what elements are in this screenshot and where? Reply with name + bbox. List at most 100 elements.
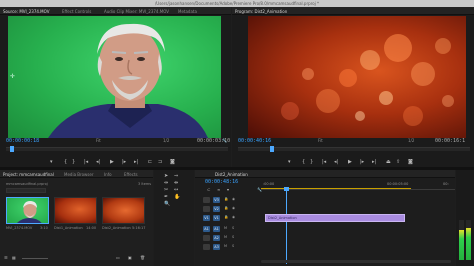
- solo-icon[interactable]: S: [232, 226, 234, 230]
- track-select-tool-icon[interactable]: ⇒: [174, 173, 178, 180]
- timeline-playhead-handle[interactable]: [284, 187, 289, 191]
- slip-tool-icon[interactable]: ↔: [174, 187, 178, 194]
- play-icon[interactable]: ▶: [110, 159, 114, 165]
- tab-effects[interactable]: Effects: [124, 172, 138, 177]
- program-timecode-in[interactable]: 00:00:40:16: [238, 138, 271, 144]
- mute-icon[interactable]: M: [224, 244, 227, 248]
- program-fit-select[interactable]: Fit: [318, 138, 323, 143]
- source-patch[interactable]: [203, 244, 210, 250]
- tab-project[interactable]: Project: mmcamsaudfinal: [3, 172, 54, 177]
- program-step-forward-icon[interactable]: |▸: [360, 159, 364, 165]
- program-mark-in-icon[interactable]: {: [302, 159, 305, 165]
- razor-tool-icon[interactable]: ✂: [164, 187, 168, 194]
- zoom-tool-icon[interactable]: 🔍: [164, 201, 170, 208]
- zoom-slider[interactable]: [22, 258, 48, 259]
- program-go-to-out-icon[interactable]: ▸|: [372, 159, 376, 165]
- program-marker-icon[interactable]: ▾: [288, 159, 291, 165]
- tab-audio-clip-mixer[interactable]: Audio Clip Mixer: MVI_2374.MOV: [104, 9, 169, 14]
- program-scrub-bar[interactable]: [238, 146, 470, 152]
- mute-icon[interactable]: M: [224, 235, 227, 239]
- source-timecode-in[interactable]: 00:00:00:18: [6, 138, 39, 144]
- timeline-clip[interactable]: Dist2_Animation: [265, 214, 405, 222]
- source-patch-a1[interactable]: A1: [203, 226, 210, 232]
- linked-selection-icon[interactable]: ∞: [217, 187, 220, 192]
- program-ratio-select[interactable]: 1/2: [408, 138, 414, 143]
- extract-icon[interactable]: ⇪: [396, 159, 400, 165]
- tab-timeline[interactable]: Dist2_Animation: [215, 172, 248, 177]
- track-target-v1[interactable]: V1: [213, 215, 220, 221]
- timeline-timecode[interactable]: 00:00:48:16: [205, 179, 238, 185]
- track-target-a1[interactable]: A1: [213, 226, 220, 232]
- insert-icon[interactable]: ⊏: [148, 159, 152, 165]
- project-item-duration: 5:16:17: [132, 226, 146, 230]
- solo-icon[interactable]: S: [232, 235, 234, 239]
- source-fit-select[interactable]: Fit: [96, 138, 101, 143]
- mark-in-icon[interactable]: {: [64, 159, 67, 165]
- track-target-v2[interactable]: V2: [213, 206, 220, 212]
- program-mark-out-icon[interactable]: }: [310, 159, 313, 165]
- source-patch[interactable]: [203, 206, 210, 212]
- lift-icon[interactable]: ⏏: [386, 159, 391, 165]
- tab-info[interactable]: Info: [104, 172, 112, 177]
- program-play-icon[interactable]: ▶: [348, 159, 352, 165]
- program-video-frame[interactable]: [248, 16, 466, 138]
- timeline-ruler[interactable]: :00:00 00:00:05:00 00:: [261, 181, 455, 190]
- project-item-thumb[interactable]: [6, 197, 49, 224]
- program-go-to-in-icon[interactable]: |◂: [322, 159, 326, 165]
- project-item-thumb[interactable]: [54, 197, 97, 224]
- marker-icon[interactable]: ▾: [50, 159, 53, 165]
- project-search-input[interactable]: [6, 188, 46, 193]
- export-frame-icon[interactable]: ◙: [170, 159, 175, 165]
- source-transport: ▾ { } |◂ ◂| ▶ |▸ ▸| ⊏ ⊐ ◙: [50, 159, 190, 167]
- program-export-frame-icon[interactable]: ◙: [408, 159, 413, 165]
- program-step-back-icon[interactable]: ◂|: [334, 159, 338, 165]
- mark-out-icon[interactable]: }: [72, 159, 75, 165]
- step-forward-icon[interactable]: |▸: [122, 159, 126, 165]
- eye-icon[interactable]: ◉: [232, 206, 235, 210]
- step-back-icon[interactable]: ◂|: [96, 159, 100, 165]
- source-patch[interactable]: [203, 235, 210, 241]
- source-scrub-bar[interactable]: [6, 146, 228, 152]
- tab-source[interactable]: Source: MVI_2374.MOV: [3, 9, 49, 14]
- clip-label: Dist2_Animation: [268, 216, 297, 220]
- track-target-v3[interactable]: V3: [213, 197, 220, 203]
- trash-icon[interactable]: 🗑: [140, 255, 145, 260]
- tab-media-browser[interactable]: Media Browser: [64, 172, 94, 177]
- snap-icon[interactable]: ⊂: [207, 187, 210, 192]
- track-target-a3[interactable]: A3: [213, 244, 220, 250]
- source-patch-v1[interactable]: V1: [203, 215, 210, 221]
- rolling-edit-tool-icon[interactable]: ⇼: [174, 180, 178, 187]
- source-settings-icon[interactable]: 🔧: [222, 138, 227, 143]
- lock-icon[interactable]: 🔒: [224, 197, 228, 201]
- solo-icon[interactable]: S: [232, 244, 234, 248]
- lock-icon[interactable]: 🔒: [224, 206, 228, 210]
- tab-program[interactable]: Program: Dist2_Animation: [235, 9, 287, 14]
- list-view-icon[interactable]: ☰: [4, 255, 8, 260]
- tab-metadata[interactable]: Metadata: [178, 9, 197, 14]
- selection-tool-icon[interactable]: ➤: [164, 173, 168, 180]
- overwrite-icon[interactable]: ⊐: [158, 159, 162, 165]
- new-item-icon[interactable]: ▣: [128, 255, 132, 260]
- icon-view-icon[interactable]: ▦: [12, 255, 16, 260]
- source-patch[interactable]: [203, 197, 210, 203]
- go-to-out-icon[interactable]: ▸|: [134, 159, 138, 165]
- source-ratio-select[interactable]: 1/2: [163, 138, 169, 143]
- source-video-frame[interactable]: ✛: [8, 16, 221, 138]
- eye-icon[interactable]: ◉: [232, 215, 235, 219]
- ripple-edit-tool-icon[interactable]: ⇹: [164, 180, 168, 187]
- source-playhead[interactable]: [10, 146, 14, 152]
- eye-icon[interactable]: ◉: [232, 197, 235, 201]
- new-bin-icon[interactable]: ▭: [116, 255, 120, 260]
- tab-effect-controls[interactable]: Effect Controls: [62, 9, 91, 14]
- track-row-a3: A3 M S: [195, 243, 455, 251]
- program-playhead[interactable]: [270, 146, 274, 152]
- pen-tool-icon[interactable]: ✒: [164, 194, 168, 201]
- add-marker-icon[interactable]: ▾: [227, 187, 229, 192]
- go-to-in-icon[interactable]: |◂: [84, 159, 88, 165]
- mute-icon[interactable]: M: [224, 226, 227, 230]
- project-item-thumb[interactable]: [102, 197, 145, 224]
- lock-icon[interactable]: 🔒: [224, 215, 228, 219]
- timeline-scrollbar[interactable]: [261, 260, 451, 263]
- hand-tool-icon[interactable]: ✋: [174, 194, 180, 201]
- track-target-a2[interactable]: A2: [213, 235, 220, 241]
